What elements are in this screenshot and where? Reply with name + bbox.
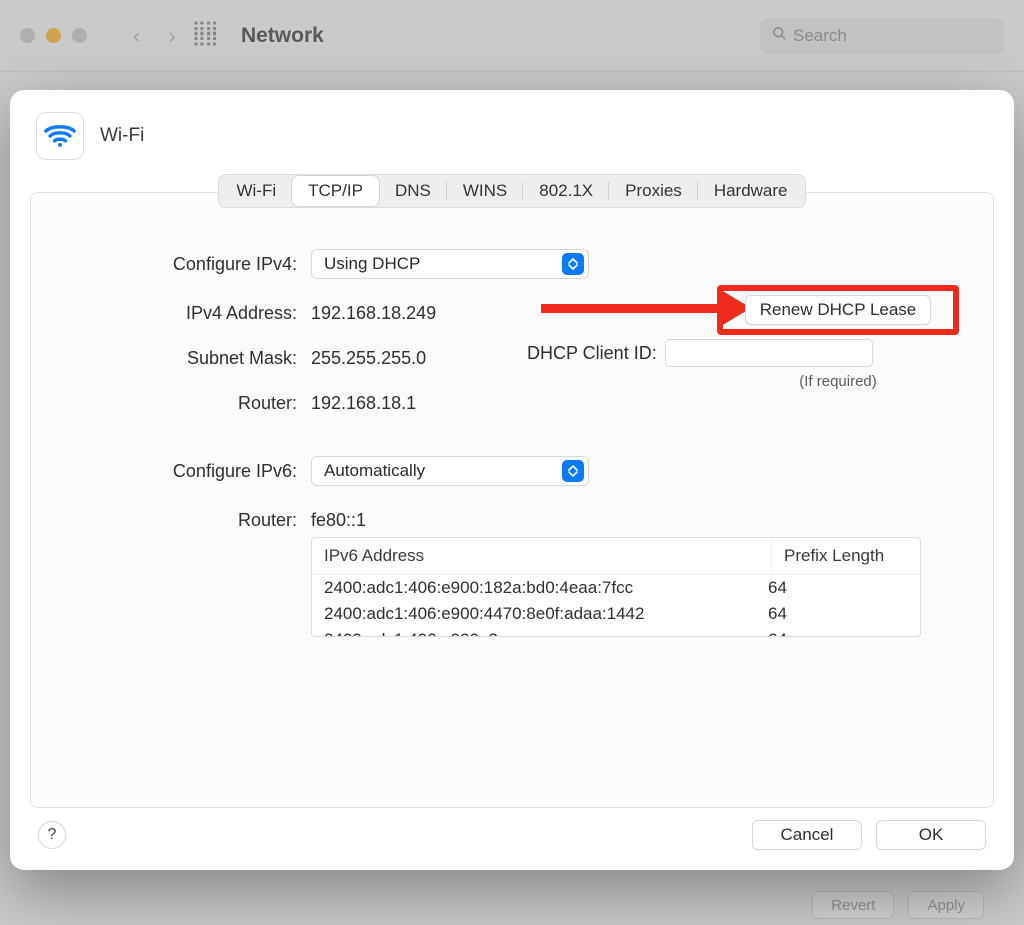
dhcp-client-id-hint: (If required) xyxy=(717,373,959,390)
tab-wins[interactable]: WINS xyxy=(447,176,523,206)
col-ipv6-address[interactable]: IPv6 Address xyxy=(312,538,772,574)
dhcp-client-id-input[interactable] xyxy=(665,339,873,367)
tab-proxies[interactable]: Proxies xyxy=(609,176,698,206)
configure-ipv6-select[interactable]: Automatically xyxy=(311,456,589,486)
table-row[interactable]: 2400:adc1:406:e900::3 64 xyxy=(312,627,920,637)
wifi-icon xyxy=(36,112,84,160)
ipv4-address-label: IPv4 Address: xyxy=(67,303,297,324)
col-prefix-length[interactable]: Prefix Length xyxy=(772,538,920,574)
table-row[interactable]: 2400:adc1:406:e900:4470:8e0f:adaa:1442 6… xyxy=(312,601,920,627)
tab-tcpip[interactable]: TCP/IP xyxy=(292,176,379,206)
tab-wifi[interactable]: Wi-Fi xyxy=(220,176,292,206)
chevron-updown-icon xyxy=(562,460,584,482)
arrow-shaft xyxy=(541,304,721,313)
tcpip-panel: Configure IPv4: Using DHCP IPv4 Address:… xyxy=(30,192,994,808)
cell-preflen: 64 xyxy=(768,578,908,598)
renew-dhcp-lease-button[interactable]: Renew DHCP Lease xyxy=(745,295,932,325)
annotation-highlight-box: Renew DHCP Lease xyxy=(717,285,959,335)
chevron-updown-icon xyxy=(562,253,584,275)
table-row[interactable]: 2400:adc1:406:e900:182a:bd0:4eaa:7fcc 64 xyxy=(312,575,920,601)
ipv6-address-table[interactable]: IPv6 Address Prefix Length 2400:adc1:406… xyxy=(311,537,921,637)
sheet-title: Wi-Fi xyxy=(100,125,144,147)
configure-ipv4-select[interactable]: Using DHCP xyxy=(311,249,589,279)
tab-dns[interactable]: DNS xyxy=(379,176,447,206)
router-v6-value: fe80::1 xyxy=(311,510,957,531)
configure-ipv4-label: Configure IPv4: xyxy=(67,254,297,275)
tabs: Wi-Fi TCP/IP DNS WINS 802.1X Proxies Har… xyxy=(218,174,805,208)
router-v4-value: 192.168.18.1 xyxy=(311,393,957,414)
cell-addr: 2400:adc1:406:e900:4470:8e0f:adaa:1442 xyxy=(324,604,768,624)
configure-ipv4-value: Using DHCP xyxy=(324,254,420,274)
cancel-button[interactable]: Cancel xyxy=(752,820,862,850)
cell-addr: 2400:adc1:406:e900::3 xyxy=(324,630,768,637)
cell-addr: 2400:adc1:406:e900:182a:bd0:4eaa:7fcc xyxy=(324,578,768,598)
dhcp-client-id-label: DHCP Client ID: xyxy=(527,343,657,364)
subnet-mask-label: Subnet Mask: xyxy=(67,348,297,369)
table-header: IPv6 Address Prefix Length xyxy=(312,538,920,575)
configure-ipv6-value: Automatically xyxy=(324,461,425,481)
router-v6-label: Router: xyxy=(67,510,297,531)
router-v4-label: Router: xyxy=(67,393,297,414)
tab-hardware[interactable]: Hardware xyxy=(698,176,804,206)
cell-preflen: 64 xyxy=(768,604,908,624)
help-button[interactable]: ? xyxy=(38,821,66,849)
configure-ipv6-label: Configure IPv6: xyxy=(67,461,297,482)
ok-button[interactable]: OK xyxy=(876,820,986,850)
cell-preflen: 64 xyxy=(768,630,908,637)
tab-8021x[interactable]: 802.1X xyxy=(523,176,609,206)
network-advanced-sheet: Wi-Fi Wi-Fi TCP/IP DNS WINS 802.1X Proxi… xyxy=(10,90,1014,870)
